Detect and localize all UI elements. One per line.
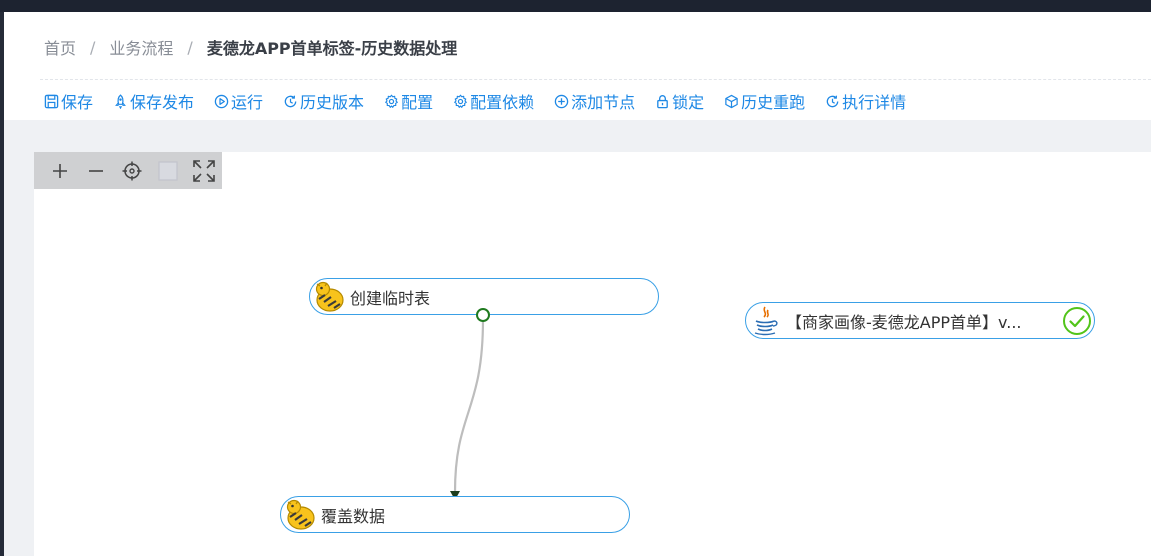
success-check-icon xyxy=(1062,306,1092,336)
clock-icon xyxy=(825,94,840,109)
workflow-canvas[interactable]: 创建临时表 覆盖数据 【商家画像-麦德龙APP首单】v... xyxy=(34,152,1151,556)
lock-button[interactable]: 锁定 xyxy=(655,89,704,113)
node-overwrite-data[interactable]: 覆盖数据 xyxy=(280,496,630,533)
header-panel: 首页 / 业务流程 / 麦德龙APP首单标签-历史数据处理 保存 保存发布 运行 xyxy=(4,12,1151,120)
rocket-icon xyxy=(113,93,128,109)
history-icon xyxy=(283,94,298,109)
toolbar: 保存 保存发布 运行 历史版本 配置 配置依赖 添加节点 锁定 历史重跑 执行详… xyxy=(44,90,926,112)
play-icon xyxy=(214,94,229,109)
config-dependency-button[interactable]: 配置依赖 xyxy=(453,89,534,113)
save-label: 保存 xyxy=(61,93,94,112)
run-button[interactable]: 运行 xyxy=(214,89,263,113)
execution-detail-label: 执行详情 xyxy=(842,93,907,112)
save-publish-button[interactable]: 保存发布 xyxy=(113,89,194,113)
plus-circle-icon xyxy=(554,94,569,109)
breadcrumb-separator: / xyxy=(187,37,193,57)
node-merchant-profile[interactable]: 【商家画像-麦德龙APP首单】v... xyxy=(745,302,1095,339)
add-node-label: 添加节点 xyxy=(571,93,636,112)
history-rerun-button[interactable]: 历史重跑 xyxy=(724,89,805,113)
config-button[interactable]: 配置 xyxy=(384,89,433,113)
lock-icon xyxy=(655,94,670,109)
gear-icon xyxy=(453,94,468,109)
run-label: 运行 xyxy=(231,93,264,112)
dependency-edge xyxy=(453,318,485,493)
breadcrumb-home[interactable]: 首页 xyxy=(44,35,76,59)
node-label: 【商家画像-麦德龙APP首单】v... xyxy=(786,312,1022,332)
node-label: 覆盖数据 xyxy=(321,506,386,526)
breadcrumb-current: 麦德龙APP首单标签-历史数据处理 xyxy=(206,39,458,58)
save-publish-label: 保存发布 xyxy=(130,93,195,112)
history-rerun-label: 历史重跑 xyxy=(741,93,806,112)
gear-icon xyxy=(384,94,399,109)
config-dependency-label: 配置依赖 xyxy=(470,93,535,112)
breadcrumb: 首页 / 业务流程 / 麦德龙APP首单标签-历史数据处理 xyxy=(44,35,458,59)
add-node-button[interactable]: 添加节点 xyxy=(554,89,635,113)
output-port[interactable] xyxy=(476,308,490,322)
java-icon xyxy=(748,304,782,338)
save-icon xyxy=(44,94,59,109)
history-version-label: 历史版本 xyxy=(300,93,365,112)
cube-icon xyxy=(724,94,739,109)
history-version-button[interactable]: 历史版本 xyxy=(283,89,364,113)
breadcrumb-workflow[interactable]: 业务流程 xyxy=(109,35,173,59)
config-label: 配置 xyxy=(401,93,434,112)
header-divider xyxy=(40,79,1151,80)
window-top-bar xyxy=(0,0,1151,12)
breadcrumb-separator: / xyxy=(90,37,96,57)
save-button[interactable]: 保存 xyxy=(44,89,93,113)
hive-icon xyxy=(312,280,346,314)
hive-icon xyxy=(283,498,317,532)
execution-detail-button[interactable]: 执行详情 xyxy=(825,89,906,113)
node-label: 创建临时表 xyxy=(350,288,431,308)
lock-label: 锁定 xyxy=(672,93,705,112)
